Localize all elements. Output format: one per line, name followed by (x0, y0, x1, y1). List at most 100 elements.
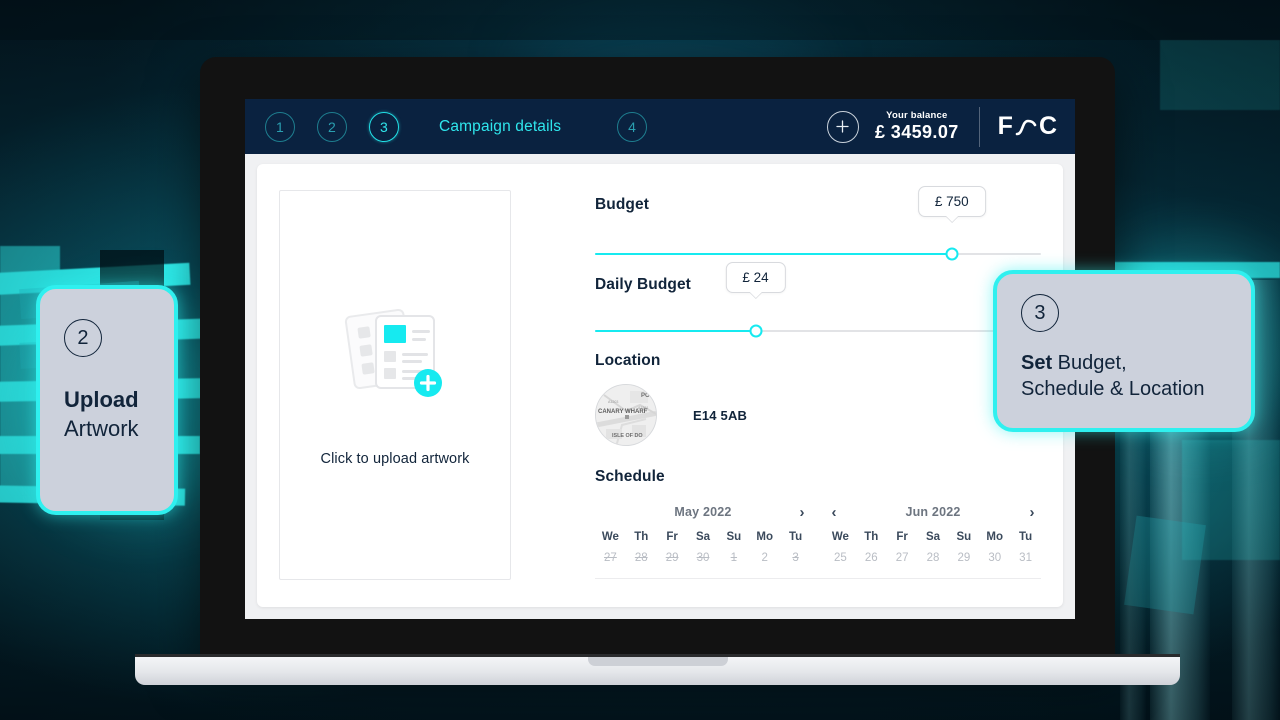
calendar-day[interactable]: 27 (887, 552, 918, 564)
daily-budget-value: £ 24 (742, 270, 768, 285)
budget-slider-fill (595, 253, 952, 255)
calendar-day[interactable]: 28 (918, 552, 949, 564)
calendar-dow: Tu (1010, 531, 1041, 543)
calendar-day[interactable]: 3 (780, 552, 811, 564)
callout-3-text: Set Budget, Schedule & Location (1021, 350, 1251, 403)
calendar-next-button[interactable]: › (1023, 504, 1041, 521)
swoosh-icon (1015, 115, 1037, 139)
bubble-tail-inner (945, 215, 959, 222)
calendar-day[interactable]: 27 (595, 552, 626, 564)
calendar-day[interactable]: 30 (979, 552, 1010, 564)
callout-set-budget: 3 Set Budget, Schedule & Location (993, 270, 1255, 432)
calendar-day[interactable]: 26 (856, 552, 887, 564)
logo-letter-f: F (998, 112, 1013, 141)
callout-3-line1: Set Budget, (1021, 350, 1251, 376)
current-step-title: Campaign details (439, 118, 561, 136)
calendar-day[interactable]: 28 (626, 552, 657, 564)
svg-text:A1203: A1203 (608, 400, 618, 404)
brand-logo[interactable]: F C (998, 112, 1057, 141)
calendar-day[interactable]: 29 (657, 552, 688, 564)
calendar-day[interactable]: 30 (688, 552, 719, 564)
callout-2-text: Upload Artwork (64, 385, 174, 443)
app-page-body: Click to upload artwork Budget £ 750 (245, 154, 1075, 619)
calendar-dow: Mo (749, 531, 780, 543)
laptop-base-notch (588, 657, 728, 666)
upload-artwork-icon (336, 304, 454, 409)
callout-3-number: 3 (1021, 294, 1059, 332)
calendar-dow: Th (626, 531, 657, 543)
budget-slider-handle[interactable] (945, 248, 958, 261)
navbar-divider (979, 107, 980, 147)
budget-value-bubble: £ 750 (918, 186, 986, 217)
calendar-header: ‹ May 2022 › (595, 500, 811, 524)
laptop-base (135, 657, 1180, 685)
callout-2-line1: Upload (64, 385, 174, 414)
step-1[interactable]: 1 (265, 112, 295, 142)
map-thumbnail-icon: POP A1261 A1203 CANARY WHARF ISLE OF DO (596, 385, 657, 446)
svg-text:CANARY WHARF: CANARY WHARF (598, 409, 648, 415)
callout-3-line1-bold: Set (1021, 352, 1052, 374)
calendar-dow: Sa (688, 531, 719, 543)
callout-2-number: 2 (64, 319, 102, 357)
calendar-month-label: May 2022 (613, 505, 793, 519)
location-row: POP A1261 A1203 CANARY WHARF ISLE OF DO … (595, 384, 1041, 446)
location-map-thumbnail[interactable]: POP A1261 A1203 CANARY WHARF ISLE OF DO (595, 384, 657, 446)
calendar-day[interactable]: 29 (948, 552, 979, 564)
daily-budget-slider-fill (595, 330, 756, 332)
calendar-header: ‹ Jun 2022 › (825, 500, 1041, 524)
calendar-dow-row: We Th Fr Sa Su Mo Tu 25 26 27 (825, 531, 1041, 564)
calendar-month-label: Jun 2022 (843, 505, 1023, 519)
calendar-dow: Tu (780, 531, 811, 543)
campaign-details-card: Click to upload artwork Budget £ 750 (257, 164, 1063, 607)
schedule-label: Schedule (595, 468, 1041, 486)
plus-circle-icon (414, 369, 442, 397)
schedule-rule-wrap (595, 578, 1041, 579)
calendar-dow: Th (856, 531, 887, 543)
location-label: Location (595, 352, 1041, 370)
budget-slider-row: £ 750 (595, 214, 1041, 276)
calendar-day[interactable]: 25 (825, 552, 856, 564)
calendar-dow: Fr (887, 531, 918, 543)
budget-value: £ 750 (935, 194, 969, 209)
callout-upload-artwork: 2 Upload Artwork (36, 285, 178, 515)
svg-text:ISLE OF DO: ISLE OF DO (612, 433, 643, 439)
calendar-day[interactable]: 1 (718, 552, 749, 564)
calendar-dow: We (595, 531, 626, 543)
svg-text:POP: POP (641, 393, 654, 399)
calendar-dow: Sa (918, 531, 949, 543)
daily-budget-slider-handle[interactable] (749, 325, 762, 338)
calendar-next-button[interactable]: › (793, 504, 811, 521)
schedule-divider (595, 578, 1041, 579)
calendar-dow: Fr (657, 531, 688, 543)
daily-budget-label: Daily Budget (595, 276, 691, 294)
artwork-column: Click to upload artwork (279, 184, 539, 587)
laptop-lid: 1 2 3 Campaign details 4 Your balance £ … (200, 57, 1115, 657)
step-3[interactable]: 3 (369, 112, 399, 142)
calendar-day[interactable]: 2 (749, 552, 780, 564)
add-funds-button[interactable] (827, 111, 859, 143)
callout-2-line2: Artwork (64, 414, 174, 443)
calendar-dow: Mo (979, 531, 1010, 543)
balance-label: Your balance (875, 110, 959, 121)
calendar-dow: We (825, 531, 856, 543)
calendar-dow-row: We Th Fr Sa Su Mo Tu 27 28 29 (595, 531, 811, 564)
calendar-day[interactable]: 31 (1010, 552, 1041, 564)
navbar-right: Your balance £ 3459.07 F C (827, 107, 1075, 147)
calendar-dow: Su (718, 531, 749, 543)
calendar-may: ‹ May 2022 › We Th Fr Sa Su (595, 500, 811, 564)
daily-budget-header: Daily Budget (595, 276, 1041, 294)
step-indicator: 1 2 3 Campaign details 4 (265, 112, 647, 142)
laptop-mockup: 1 2 3 Campaign details 4 Your balance £ … (200, 57, 1115, 669)
plus-icon (836, 120, 849, 133)
callout-3-line1-rest: Budget, (1052, 352, 1127, 374)
app-navbar: 1 2 3 Campaign details 4 Your balance £ … (245, 99, 1075, 154)
bubble-tail-inner (749, 291, 763, 298)
upload-artwork-dropzone[interactable]: Click to upload artwork (279, 190, 511, 580)
calendar-jun: ‹ Jun 2022 › We Th Fr Sa Su (825, 500, 1041, 564)
calendar-gap (811, 500, 825, 564)
step-4[interactable]: 4 (617, 112, 647, 142)
upload-cta-label: Click to upload artwork (321, 451, 470, 467)
step-2[interactable]: 2 (317, 112, 347, 142)
daily-budget-slider-row: £ 24 (595, 294, 1041, 352)
calendar-prev-button[interactable]: ‹ (825, 504, 843, 521)
